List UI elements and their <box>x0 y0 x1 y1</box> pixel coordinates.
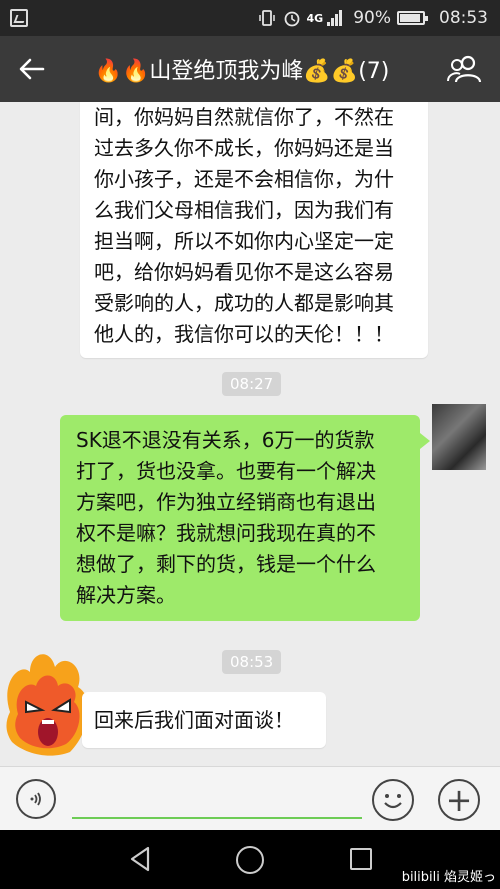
avatar[interactable] <box>0 642 92 760</box>
back-arrow-icon[interactable] <box>0 36 64 102</box>
input-bar: + <box>0 766 500 830</box>
vibrate-icon <box>258 9 275 27</box>
message-line: 方案吧，作为独立经销商也有退出 <box>76 490 376 514</box>
nav-bar: bilibili 焰灵姬っ <box>0 830 500 889</box>
signal-icon <box>327 10 345 26</box>
message-text: 回来后我们面对面谈！ <box>94 708 294 732</box>
message-bubble-sent[interactable]: SK退不退没有关系，6万一的货款 打了，货也没拿。也要有一个解决 方案吧，作为独… <box>60 415 430 621</box>
battery-icon <box>397 11 428 25</box>
chat-area[interactable]: 间，你妈妈自然就信你了，不然在 过去多久你不成长，你妈妈还是当 你小孩子，还是不… <box>0 102 500 766</box>
network-type: 4G <box>306 11 324 25</box>
status-time: 08:53 <box>439 8 488 28</box>
status-bar: 4G 90% 08:53 <box>0 0 500 36</box>
message-line: 权不是嘛？我就想问我现在真的不 <box>76 521 376 545</box>
message-line: 吧，给你妈妈看见你不是这么容易 <box>94 260 394 284</box>
message-line: 间，你妈妈自然就信你了，不然在 <box>94 105 394 129</box>
message-line: 受影响的人，成功的人都是影响其 <box>94 291 394 315</box>
message-bubble-received[interactable]: 回来后我们面对面谈！ <box>82 692 326 748</box>
message-line: 他人的，我信你可以的天伦！！！ <box>94 322 394 346</box>
nav-back-icon[interactable] <box>128 846 152 876</box>
title-bar: 🔥🔥山登绝顶我为峰💰💰(7) <box>0 36 500 102</box>
emoji-icon[interactable] <box>372 779 414 821</box>
message-line: 担当啊，所以不如你内心坚定一定 <box>94 229 394 253</box>
message-line: 想做了，剩下的货，钱是一个什么 <box>76 552 376 576</box>
watermark: bilibili 焰灵姬っ <box>401 870 496 885</box>
timestamp: 08:27 <box>222 372 282 396</box>
message-input[interactable] <box>72 779 362 819</box>
image-icon <box>10 9 28 27</box>
message-line: 打了，货也没拿。也要有一个解决 <box>76 459 376 483</box>
message-line: 么我们父母相信我们，因为我们有 <box>94 198 394 222</box>
message-bubble-received[interactable]: 间，你妈妈自然就信你了，不然在 过去多久你不成长，你妈妈还是当 你小孩子，还是不… <box>80 102 428 358</box>
nav-recent-icon[interactable] <box>350 848 372 870</box>
voice-icon[interactable] <box>16 779 56 819</box>
chat-title: 🔥🔥山登绝顶我为峰💰💰(7) <box>94 59 390 84</box>
plus-icon[interactable]: + <box>438 779 480 821</box>
message-line: 解决方案。 <box>76 583 176 607</box>
timestamp: 08:53 <box>222 650 282 674</box>
avatar[interactable] <box>432 404 486 470</box>
alarm-icon <box>283 9 301 27</box>
nav-home-icon[interactable] <box>236 846 264 874</box>
group-icon[interactable] <box>430 36 500 102</box>
message-line: SK退不退没有关系，6万一的货款 <box>76 428 375 452</box>
message-line: 过去多久你不成长，你妈妈还是当 <box>94 136 394 160</box>
battery-percent: 90% <box>353 8 391 28</box>
message-line: 你小孩子，还是不会相信你，为什 <box>94 167 394 191</box>
